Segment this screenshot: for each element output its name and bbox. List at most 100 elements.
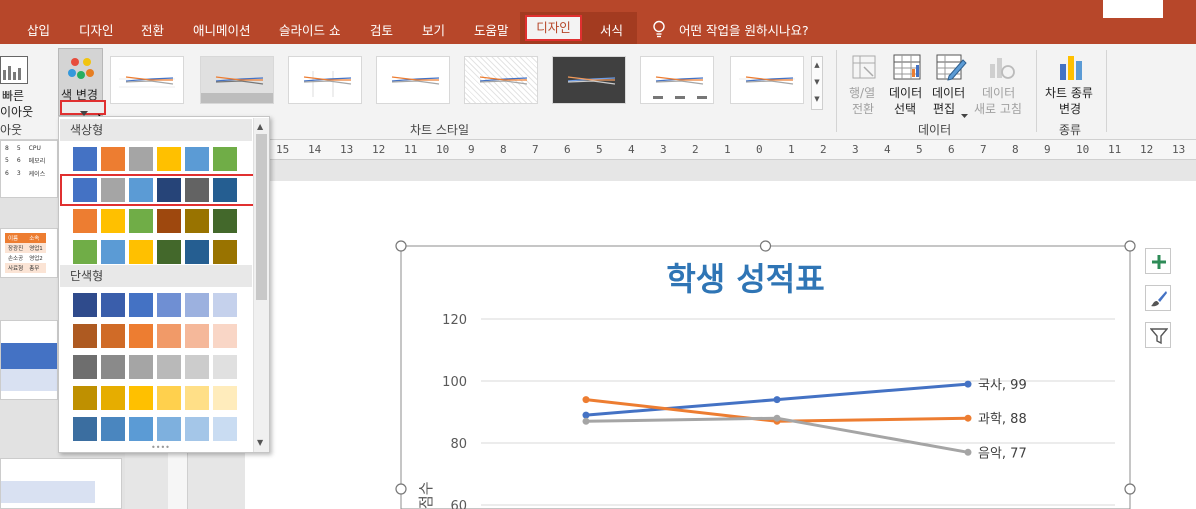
chart-style-3[interactable] <box>288 56 362 104</box>
tab-transitions[interactable]: 전환 <box>141 20 164 39</box>
tab-insert[interactable]: 삽입 <box>27 20 50 39</box>
color-swatch[interactable] <box>101 147 125 171</box>
chevron-down-icon[interactable]: ▼ <box>257 438 263 447</box>
chevron-down-icon[interactable]: ▼ <box>812 74 822 91</box>
color-swatch[interactable] <box>73 324 97 348</box>
color-swatch[interactable] <box>213 209 237 233</box>
slide[interactable]: 학생 성적표 120 100 80 60 점수 국사, 99 과학, 88 음악, 77 <box>245 181 1196 509</box>
color-swatch[interactable] <box>73 209 97 233</box>
color-swatch[interactable] <box>213 293 237 317</box>
chevron-up-icon[interactable]: ▲ <box>257 122 263 131</box>
color-swatch[interactable] <box>129 209 153 233</box>
edit-data-button[interactable]: 데이터 편집 <box>930 52 972 118</box>
color-swatch[interactable] <box>157 147 181 171</box>
color-swatch[interactable] <box>185 293 209 317</box>
color-swatch[interactable] <box>185 240 209 264</box>
line-chart[interactable]: 학생 성적표 120 100 80 60 점수 국사, 99 과학, 88 음악, 77 <box>245 181 1196 509</box>
color-swatch[interactable] <box>73 293 97 317</box>
chart-styles-button[interactable] <box>1145 285 1171 311</box>
color-swatch[interactable] <box>129 355 153 379</box>
chart-style-1[interactable] <box>110 56 184 104</box>
slide-thumbnail[interactable] <box>0 320 58 400</box>
color-swatch[interactable] <box>101 324 125 348</box>
color-swatch[interactable] <box>185 147 209 171</box>
plus-icon <box>1151 254 1167 270</box>
chart-style-4[interactable] <box>376 56 450 104</box>
color-swatch[interactable] <box>213 240 237 264</box>
color-swatch[interactable] <box>157 324 181 348</box>
tab-chart-design[interactable]: 디자인 <box>525 15 582 41</box>
switch-row-column-button[interactable]: 행/열 전환 <box>843 52 885 118</box>
tab-view[interactable]: 보기 <box>422 20 445 39</box>
color-swatch[interactable] <box>129 240 153 264</box>
window-button[interactable] <box>1103 0 1163 18</box>
color-swatch[interactable] <box>213 324 237 348</box>
chart-style-2[interactable] <box>200 56 274 104</box>
tab-design-main[interactable]: 디자인 <box>79 20 114 39</box>
ruler-number: 9 <box>468 143 475 156</box>
ruler-number: 6 <box>948 143 955 156</box>
color-swatch[interactable] <box>101 209 125 233</box>
color-swatch[interactable] <box>157 209 181 233</box>
color-swatch[interactable] <box>101 386 125 410</box>
thumb-cell: 총무 <box>29 266 40 272</box>
ribbon-separator <box>1036 50 1037 132</box>
color-swatch[interactable] <box>101 355 125 379</box>
color-swatch[interactable] <box>213 355 237 379</box>
tell-me-search[interactable]: 어떤 작업을 원하시나요? <box>679 20 809 39</box>
color-swatch[interactable] <box>157 293 181 317</box>
select-data-button[interactable]: 데이터 선택 <box>887 52 929 118</box>
color-swatch[interactable] <box>213 417 237 441</box>
gallery-more-icon[interactable]: ▼ <box>812 91 822 108</box>
gallery-scroll[interactable]: ▲ ▼ ▼ <box>811 56 823 110</box>
scroll-thumb[interactable] <box>256 134 267 300</box>
color-swatch[interactable] <box>213 147 237 171</box>
color-swatch[interactable] <box>185 324 209 348</box>
color-swatch[interactable] <box>101 417 125 441</box>
chart-elements-button[interactable] <box>1145 248 1171 274</box>
color-swatch[interactable] <box>101 293 125 317</box>
tab-help[interactable]: 도움말 <box>474 20 509 39</box>
color-swatch[interactable] <box>157 386 181 410</box>
color-swatch[interactable] <box>213 386 237 410</box>
tab-format[interactable]: 서식 <box>600 20 623 39</box>
chart-filters-button[interactable] <box>1145 322 1171 348</box>
slide-thumbnail[interactable]: 8 5 CPU 5 6 메모리 6 3 케이스 <box>0 140 58 198</box>
color-swatch[interactable] <box>185 417 209 441</box>
slide-thumbnail[interactable] <box>0 458 122 509</box>
chart-style-5[interactable] <box>464 56 538 104</box>
tab-slideshow[interactable]: 슬라이드 쇼 <box>279 20 340 39</box>
slide-thumbnail[interactable]: 이름 소속 장광진 영업1 손소공 영업2 사료형 총무 <box>0 228 58 278</box>
color-swatch[interactable] <box>157 240 181 264</box>
tab-animations[interactable]: 애니메이션 <box>193 20 251 39</box>
resize-grip-icon[interactable]: •••• <box>151 443 170 452</box>
chevron-up-icon[interactable]: ▲ <box>812 57 822 74</box>
color-swatch[interactable] <box>157 355 181 379</box>
color-swatch[interactable] <box>73 240 97 264</box>
color-swatch[interactable] <box>157 417 181 441</box>
color-swatch[interactable] <box>129 417 153 441</box>
chart-style-8[interactable] <box>730 56 804 104</box>
color-swatch[interactable] <box>129 293 153 317</box>
color-swatch[interactable] <box>185 209 209 233</box>
color-swatch[interactable] <box>185 355 209 379</box>
change-chart-type-button[interactable]: 차트 종류 변경 <box>1040 52 1102 118</box>
color-swatch[interactable] <box>129 324 153 348</box>
color-swatch[interactable] <box>73 355 97 379</box>
color-swatch[interactable] <box>129 147 153 171</box>
thumb-table: 이름 소속 장광진 영업1 손소공 영업2 사료형 총무 <box>5 233 46 273</box>
color-swatch[interactable] <box>73 147 97 171</box>
color-swatch[interactable] <box>73 417 97 441</box>
change-colors-dropdown-arrow[interactable] <box>60 100 106 116</box>
change-colors-dropdown: 색상형 단색형 ▲ ▼ •••• <box>58 116 270 453</box>
refresh-data-button[interactable]: 데이터 새로 고침 <box>974 52 1028 118</box>
dropdown-scrollbar[interactable]: ▲ ▼ <box>253 118 269 452</box>
quick-layout-button[interactable]: 빠른 이아웃 <box>0 52 40 119</box>
color-swatch[interactable] <box>73 386 97 410</box>
color-swatch[interactable] <box>185 386 209 410</box>
chart-style-7[interactable] <box>640 56 714 104</box>
tab-review[interactable]: 검토 <box>370 20 393 39</box>
color-swatch[interactable] <box>101 240 125 264</box>
color-swatch[interactable] <box>129 386 153 410</box>
chart-style-6[interactable] <box>552 56 626 104</box>
